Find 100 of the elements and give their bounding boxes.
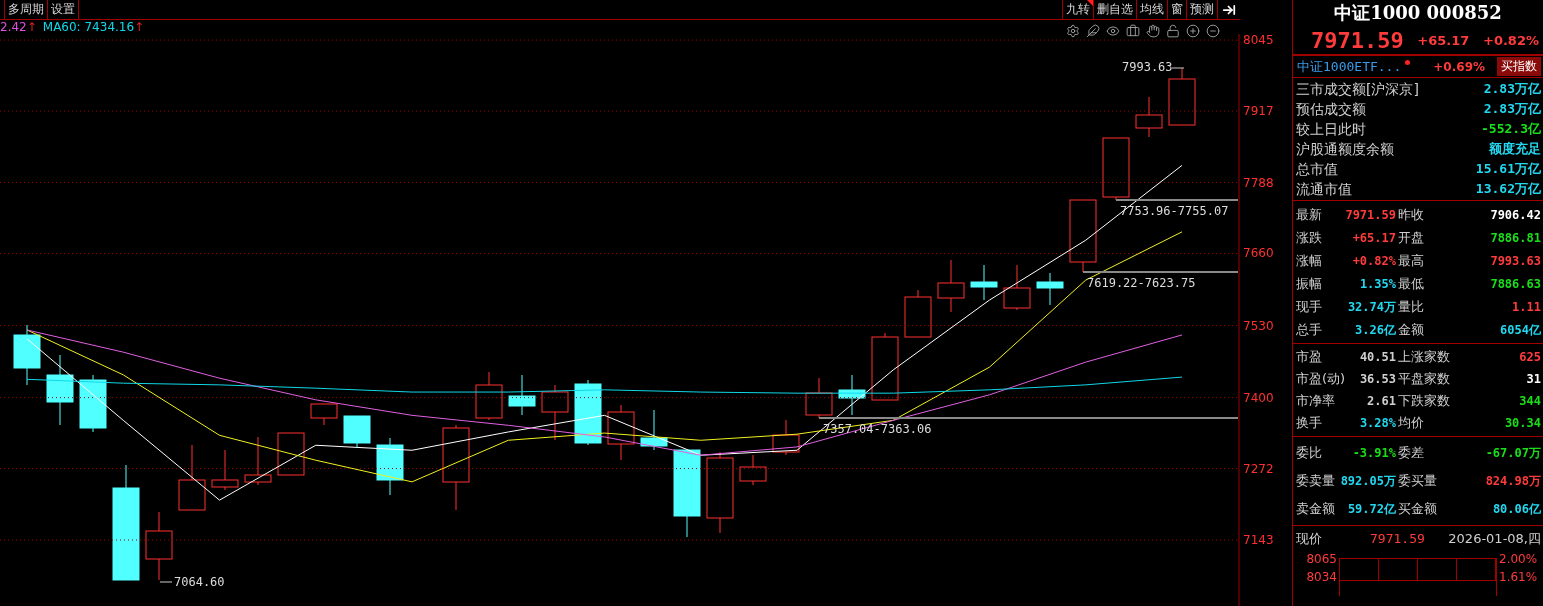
candlestick (970, 264, 998, 301)
stat-value: 36.53 (1359, 371, 1396, 387)
stat-label: 卖金额 (1296, 501, 1335, 517)
candlestick (376, 437, 404, 496)
candlestick (13, 324, 41, 386)
stat-value: 824.98万 (1485, 473, 1541, 489)
feather-icon[interactable] (1086, 24, 1100, 38)
candlestick (1003, 264, 1031, 311)
stat-value: 344 (1519, 393, 1541, 409)
stat-label: 市净率 (1296, 393, 1335, 409)
market-label: 流通市值 (1296, 181, 1352, 197)
candlestick (79, 374, 107, 433)
axis-tick-label: 8045 (1243, 34, 1274, 48)
stat-value: 7993.63 (1490, 252, 1541, 269)
price-label: 7064.60 (174, 575, 225, 589)
plus-circle-icon[interactable] (1186, 24, 1200, 38)
axis-tick-label: 7788 (1243, 175, 1274, 190)
candlestick (871, 332, 899, 401)
etf-link[interactable]: 中证1000ETF... (1297, 57, 1402, 76)
market-value: -552.3亿 (1481, 121, 1541, 137)
leader-line (1171, 67, 1185, 69)
market-label: 较上日此时 (1296, 121, 1366, 137)
stat-label: 均价 (1398, 415, 1424, 431)
stat-label: 委买量 (1398, 473, 1437, 489)
candlestick (541, 384, 569, 441)
axis-tick-label: 8034 (1306, 570, 1337, 584)
stat-label: 市盈 (1296, 349, 1322, 365)
leader-line (159, 581, 173, 583)
indicator-legend: 2.42↑ (0, 20, 37, 34)
stat-value: 3.28% (1359, 415, 1396, 431)
stat-value: +0.82% (1352, 252, 1396, 269)
current-price-label: 现价 (1296, 531, 1322, 547)
briefcase-icon[interactable] (1126, 24, 1140, 38)
candlestick (475, 371, 503, 421)
stat-label: 涨跌 (1296, 229, 1322, 246)
buy-index-button[interactable]: 买指数 (1497, 57, 1541, 76)
stat-value: +65.17 (1352, 229, 1396, 246)
stat-value: 6054亿 (1500, 321, 1541, 338)
market-label: 总市值 (1296, 161, 1338, 177)
market-label: 三市成交额[沪深京] (1296, 81, 1419, 97)
candlestick (1102, 137, 1130, 201)
stat-value: 3.26亿 (1355, 321, 1396, 338)
stat-label: 总手 (1296, 321, 1322, 338)
stat-label: 现手 (1296, 298, 1322, 315)
axis-tick-label: 1.61% (1499, 570, 1538, 584)
stat-value: 1.35% (1359, 275, 1396, 292)
gear-icon[interactable] (1066, 24, 1080, 38)
stat-label: 委差 (1398, 445, 1424, 461)
stat-label: 涨幅 (1296, 252, 1322, 269)
stat-value: 59.72亿 (1347, 501, 1396, 517)
price-label: 7993.63 (1122, 60, 1173, 74)
stat-label: 振幅 (1296, 275, 1322, 292)
stat-value: -3.91% (1352, 445, 1396, 461)
axis-tick-label: 7143 (1243, 533, 1274, 548)
candlestick (1135, 96, 1163, 138)
market-label: 沪股通额度余额 (1296, 141, 1394, 157)
toolbar-tab[interactable]: 九转 (1062, 0, 1094, 19)
candlestick (838, 374, 866, 416)
price-change: +65.17 (1417, 32, 1470, 48)
candlestick (178, 444, 206, 511)
candlestick (211, 449, 239, 491)
candlestick (574, 379, 602, 446)
axis-tick-label: 8065 (1306, 552, 1337, 566)
candlestick (805, 377, 833, 419)
market-value: 2.83万亿 (1483, 101, 1541, 117)
stat-label: 量比 (1398, 298, 1424, 315)
stat-label: 开盘 (1398, 229, 1424, 246)
stat-label: 平盘家数 (1398, 371, 1450, 387)
stat-value: 7971.59 (1345, 206, 1396, 223)
minus-circle-icon[interactable] (1206, 24, 1220, 38)
stat-label: 最高 (1398, 252, 1424, 269)
stat-label: 委卖量 (1296, 473, 1335, 489)
lock-icon[interactable] (1166, 24, 1180, 38)
stat-value: 80.06亿 (1492, 501, 1541, 517)
indicator-legend: MA60: 7434.16↑ (42, 20, 145, 34)
candlestick (937, 259, 965, 313)
stat-label: 买金额 (1398, 501, 1437, 517)
candlestick (607, 404, 635, 461)
candlestick (244, 436, 272, 486)
stat-value: -67.07万 (1485, 445, 1541, 461)
candlestick (1036, 272, 1064, 306)
stat-label: 委比 (1296, 445, 1322, 461)
candlestick (739, 454, 767, 486)
eye-icon[interactable] (1106, 24, 1120, 38)
candlestick (145, 511, 173, 581)
axis-tick-label: 2.00% (1499, 552, 1538, 566)
hand-icon[interactable] (1146, 24, 1160, 38)
change-percent: +0.82% (1483, 32, 1539, 48)
stat-value: 30.34 (1504, 415, 1541, 431)
stat-value: 1.11 (1512, 298, 1541, 315)
candlestick (772, 419, 800, 456)
price-label: 7619.22-7623.75 (1087, 276, 1196, 290)
stat-label: 市盈(动) (1296, 371, 1346, 387)
axis-tick-label: 7400 (1243, 390, 1274, 405)
stat-value: 7906.42 (1490, 206, 1541, 223)
stat-value: 892.05万 (1340, 473, 1396, 489)
candlestick (640, 409, 668, 451)
stat-value: 32.74万 (1347, 298, 1396, 315)
stat-label: 昨收 (1398, 206, 1424, 223)
market-value: 额度充足 (1489, 141, 1541, 157)
